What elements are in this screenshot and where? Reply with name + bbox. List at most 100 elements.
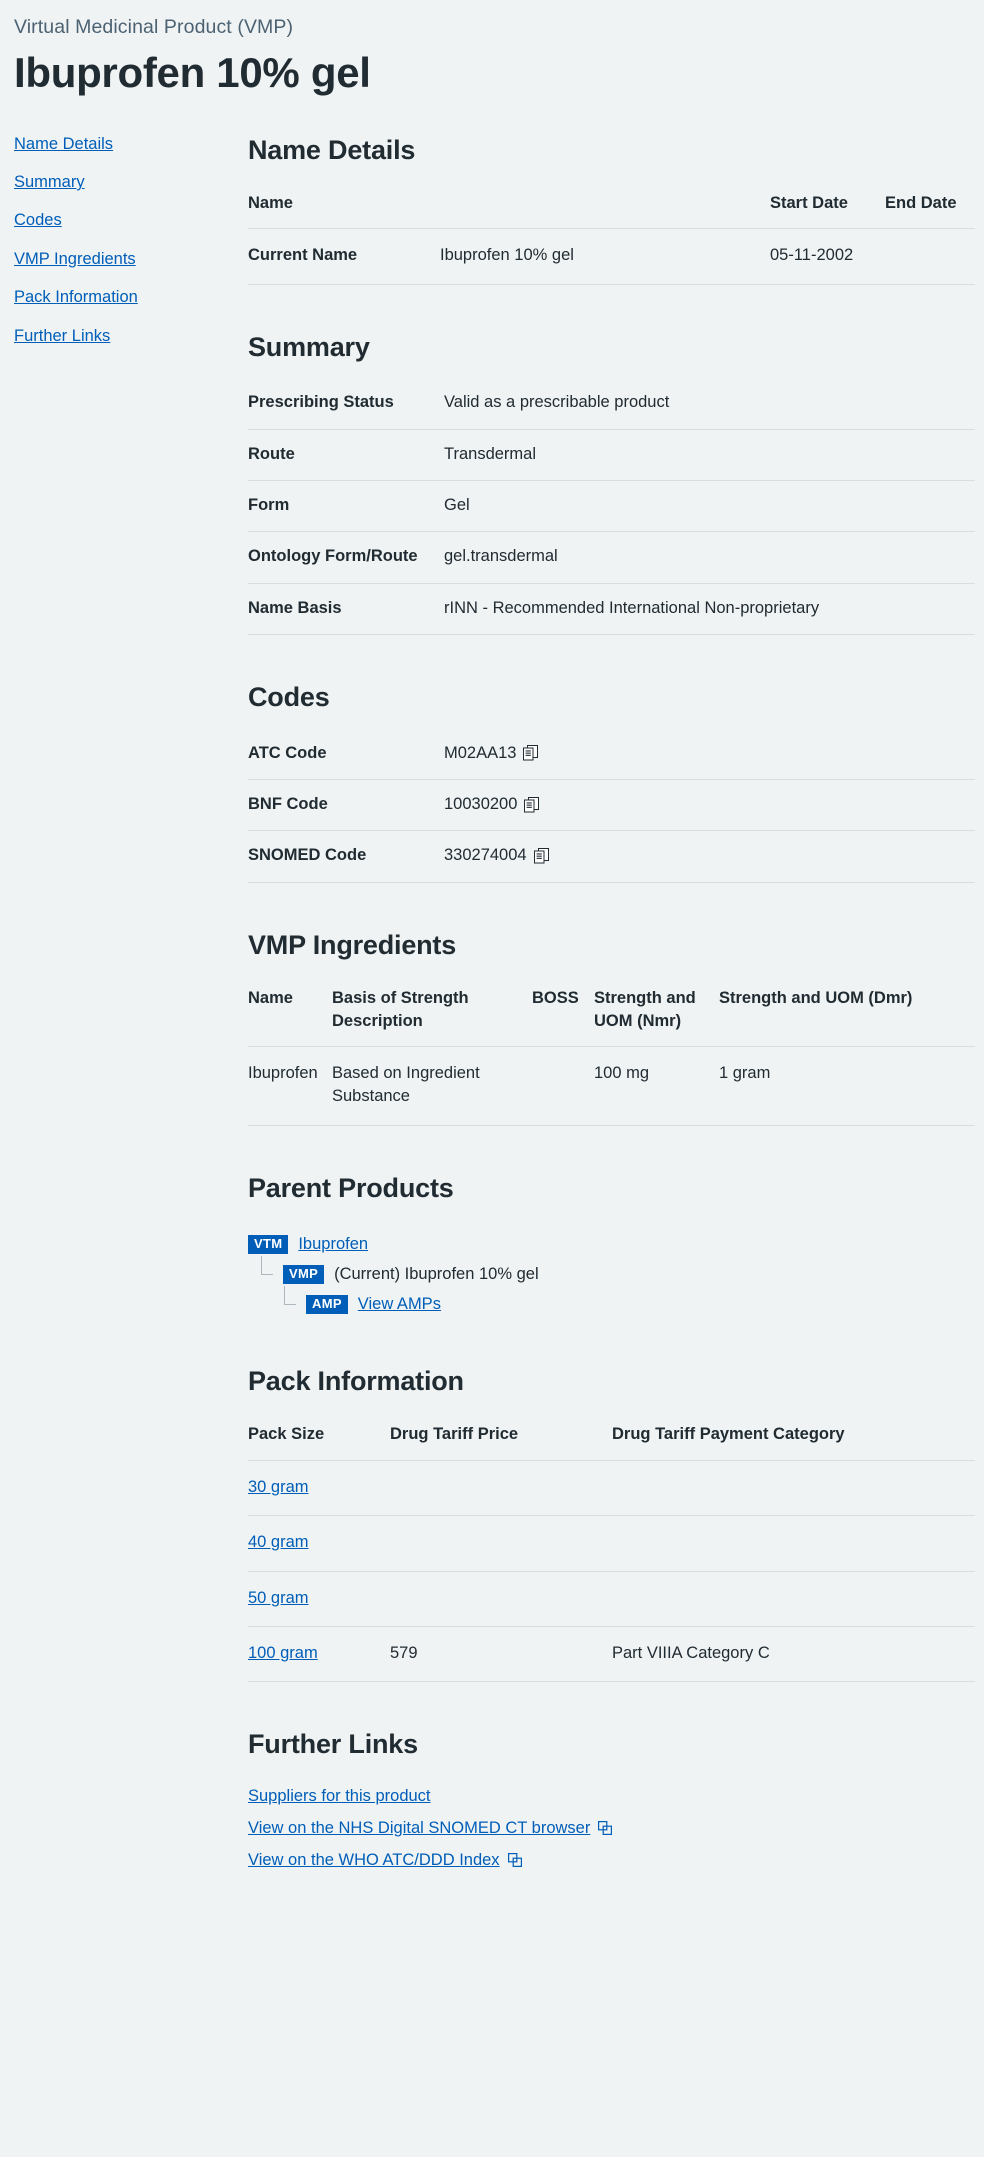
table-row: 40 gram (248, 1515, 975, 1572)
pack-size-link[interactable]: 50 gram (248, 1589, 309, 1607)
row-key-atc-code: ATC Code (248, 739, 444, 780)
row-key-ontology-form-route: Ontology Form/Route (248, 531, 444, 584)
column-header-name: Name (248, 987, 332, 1047)
cell-drug-tariff-price: 579 (390, 1626, 612, 1683)
cell-name-label: Current Name (248, 228, 440, 285)
further-links-list: Suppliers for this product View on the N… (248, 1787, 975, 1870)
table-row: Form Gel (248, 480, 975, 533)
row-key-form: Form (248, 480, 444, 533)
cell-drug-tariff-price (390, 1571, 612, 1627)
bnf-code-value: 10030200 (444, 795, 518, 813)
row-key-name-basis: Name Basis (248, 583, 444, 636)
row-key-prescribing-status: Prescribing Status (248, 389, 444, 430)
further-links-heading: Further Links (248, 1729, 418, 1760)
section-further-links: Further Links Suppliers for this product… (248, 1728, 975, 1869)
copy-icon[interactable] (523, 745, 539, 761)
list-item: View on the NHS Digital SNOMED CT browse… (248, 1819, 613, 1838)
parent-products-heading: Parent Products (248, 1172, 454, 1203)
snomed-ct-browser-link[interactable]: View on the NHS Digital SNOMED CT browse… (248, 1819, 590, 1838)
amp-badge: AMP (306, 1294, 348, 1315)
table-row: Route Transdermal (248, 429, 975, 481)
page-body: Name Details Summary Codes VMP Ingredien… (0, 134, 984, 1929)
cell-drug-tariff-payment-category (612, 1571, 975, 1627)
table-header-row: Pack Size Drug Tariff Price Drug Tariff … (248, 1423, 975, 1461)
summary-heading: Summary (248, 331, 370, 362)
pack-size-link[interactable]: 30 gram (248, 1478, 309, 1496)
table-row: BNF Code 10030200 (248, 779, 975, 832)
name-details-heading: Name Details (248, 134, 416, 165)
tree-elbow-icon (261, 1255, 283, 1288)
view-amps-link[interactable]: View AMPs (358, 1294, 441, 1315)
who-atc-ddd-index-link[interactable]: View on the WHO ATC/DDD Index (248, 1851, 500, 1870)
vmp-detail-page: Virtual Medicinal Product (VMP) Ibuprofe… (0, 0, 984, 2157)
sidebar-item-further-links[interactable]: Further Links (14, 326, 110, 347)
vmp-ingredients-heading: VMP Ingredients (248, 929, 457, 960)
section-summary: Summary Prescribing Status Valid as a pr… (248, 331, 975, 636)
table-row: Name Basis rINN - Recommended Internatio… (248, 583, 975, 636)
cell-pack-size: 30 gram (248, 1460, 390, 1517)
copy-icon[interactable] (524, 796, 540, 813)
column-header-start-date: Start Date (770, 192, 885, 230)
cell-drug-tariff-price (390, 1515, 612, 1572)
tree-node-amp: AMP View AMPs (248, 1285, 975, 1319)
cell-ingredient-basis: Based on Ingredient Substance (332, 1046, 532, 1126)
sidebar-item-summary[interactable]: Summary (14, 172, 85, 193)
column-header-drug-tariff-price: Drug Tariff Price (390, 1423, 612, 1461)
vmp-ingredients-table: Name Basis of Strength Description BOSS … (248, 987, 975, 1126)
table-row: Ibuprofen Based on Ingredient Substance … (248, 1046, 975, 1126)
row-value-atc-code: M02AA13 (444, 739, 975, 780)
column-header-basis-of-strength-description: Basis of Strength Description (332, 987, 532, 1047)
bottom-spacer (248, 1883, 975, 1929)
cell-drug-tariff-price (390, 1460, 612, 1517)
cell-end-date (885, 228, 975, 285)
pack-information-heading: Pack Information (248, 1366, 464, 1396)
sidebar-item-name-details[interactable]: Name Details (14, 134, 113, 155)
cell-pack-size: 100 gram (248, 1626, 390, 1683)
sidebar-item-codes[interactable]: Codes (14, 210, 62, 231)
list-item: Suppliers for this product (248, 1787, 431, 1806)
vmp-badge: VMP (283, 1264, 325, 1285)
main-content: Name Details Name Start Date End Date Cu… (248, 134, 984, 1929)
table-header-row: Name Basis of Strength Description BOSS … (248, 987, 975, 1047)
sidebar-item-pack-information[interactable]: Pack Information (14, 287, 138, 308)
vtm-link[interactable]: Ibuprofen (298, 1234, 368, 1255)
row-value-prescribing-status: Valid as a prescribable product (444, 389, 975, 430)
section-nav: Name Details Summary Codes VMP Ingredien… (0, 134, 248, 365)
row-value-form: Gel (444, 480, 975, 533)
sidebar-item-vmp-ingredients[interactable]: VMP Ingredients (14, 249, 136, 270)
vmp-label: (Current) Ibuprofen 10% gel (334, 1264, 539, 1283)
row-value-bnf-code: 10030200 (444, 779, 975, 832)
column-header-blank (440, 192, 770, 230)
atc-code-value: M02AA13 (444, 743, 517, 762)
column-header-pack-size: Pack Size (248, 1423, 390, 1461)
row-key-route: Route (248, 429, 444, 481)
column-header-name: Name (248, 192, 440, 230)
tree-node-vmp: VMP (Current) Ibuprofen 10% gel (248, 1255, 975, 1289)
column-header-strength-uom-nmr: Strength and UOM (Nmr) (594, 987, 719, 1047)
column-header-boss: BOSS (532, 987, 594, 1047)
row-value-route: Transdermal (444, 429, 975, 481)
cell-ingredient-nmr: 100 mg (594, 1046, 719, 1126)
suppliers-for-this-product-link[interactable]: Suppliers for this product (248, 1787, 431, 1806)
table-row: Prescribing Status Valid as a prescribab… (248, 389, 975, 430)
section-vmp-ingredients: VMP Ingredients Name Basis of Strength D… (248, 929, 975, 1126)
codes-table: ATC Code M02AA13 BNF Code 10030200 SNOME… (248, 739, 975, 883)
page-header: Virtual Medicinal Product (VMP) Ibuprofe… (0, 0, 984, 98)
row-key-snomed-code: SNOMED Code (248, 830, 444, 883)
tree-elbow-icon (284, 1285, 306, 1318)
pack-size-link[interactable]: 40 gram (248, 1533, 309, 1551)
pack-size-link[interactable]: 100 gram (248, 1644, 318, 1662)
codes-heading: Codes (248, 682, 330, 713)
section-pack-information: Pack Information Pack Size Drug Tariff P… (248, 1365, 975, 1683)
column-header-strength-uom-dmr: Strength and UOM (Dmr) (719, 987, 975, 1047)
cell-start-date: 05-11-2002 (770, 228, 885, 285)
name-details-table: Name Start Date End Date Current Name Ib… (248, 192, 975, 285)
cell-ingredient-dmr: 1 gram (719, 1046, 975, 1126)
vtm-badge: VTM (248, 1234, 289, 1255)
table-row: Current Name Ibuprofen 10% gel 05-11-200… (248, 228, 975, 285)
row-value-name-basis: rINN - Recommended International Non-pro… (444, 583, 975, 636)
table-header-row: Name Start Date End Date (248, 192, 975, 230)
copy-icon[interactable] (533, 848, 549, 864)
table-row: 30 gram (248, 1460, 975, 1517)
snomed-code-value: 330274004 (444, 846, 527, 865)
